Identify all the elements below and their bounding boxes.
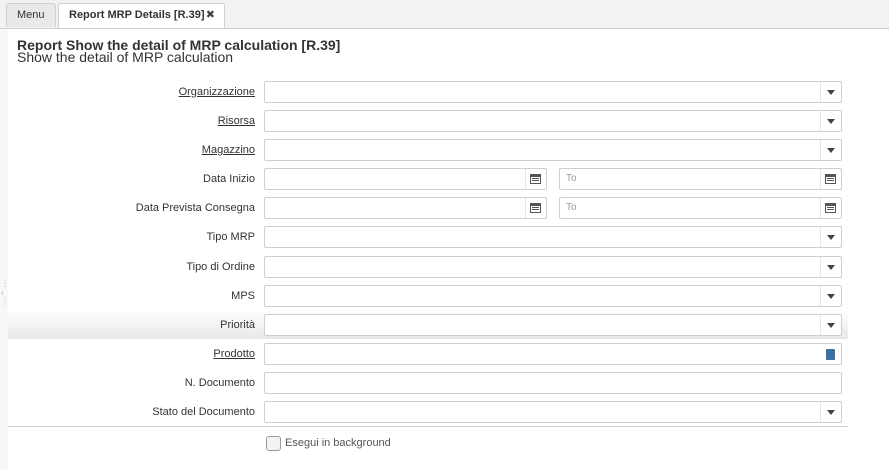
row-tipo-ordine: Tipo di Ordine	[8, 255, 848, 279]
row-n-documento: N. Documento	[8, 371, 848, 395]
label-prodotto[interactable]: Prodotto	[213, 348, 255, 360]
calendar-icon[interactable]	[820, 169, 841, 189]
risorsa-select[interactable]	[264, 110, 842, 132]
label-mps: MPS	[231, 290, 255, 302]
label-data-prevista-consegna: Data Prevista Consegna	[135, 202, 255, 214]
label-priorita: Priorità	[220, 319, 255, 331]
row-magazzino: Magazzino	[8, 138, 848, 162]
mps-select[interactable]	[264, 285, 842, 307]
priorita-select[interactable]	[264, 314, 842, 336]
label-magazzino[interactable]: Magazzino	[202, 144, 255, 156]
close-icon[interactable]: ✖	[206, 4, 215, 26]
row-priorita: Priorità	[8, 310, 848, 339]
chevron-down-icon[interactable]	[820, 286, 841, 306]
background-checkbox[interactable]	[266, 436, 281, 451]
row-organizzazione: Organizzazione	[8, 80, 848, 104]
row-mps: MPS	[8, 284, 848, 308]
n-documento-input[interactable]	[264, 372, 842, 394]
row-data-inizio: Data Inizio To	[8, 167, 848, 191]
chevron-down-icon[interactable]	[820, 257, 841, 277]
row-tipo-mrp: Tipo MRP	[8, 225, 848, 249]
form-divider	[8, 426, 848, 427]
label-stato-documento: Stato del Documento	[152, 406, 255, 418]
collapse-handle-icon[interactable]: ⋮ ‹ ⋮	[1, 279, 9, 317]
chevron-down-icon[interactable]	[820, 227, 841, 247]
tipo-ordine-select[interactable]	[264, 256, 842, 278]
tipo-mrp-select[interactable]	[264, 226, 842, 248]
stato-documento-select[interactable]	[264, 401, 842, 423]
background-checkbox-label[interactable]: Esegui in background	[285, 437, 391, 449]
page-subtitle: Show the detail of MRP calculation	[17, 49, 234, 65]
label-tipo-ordine: Tipo di Ordine	[186, 261, 255, 273]
tab-bar: Menu Report MRP Details [R.39] ✖	[0, 0, 889, 29]
tab-report-label: Report MRP Details [R.39]	[69, 9, 205, 21]
book-icon[interactable]	[821, 344, 841, 364]
organizzazione-select[interactable]	[264, 81, 842, 103]
calendar-icon[interactable]	[820, 198, 841, 218]
tab-menu-label: Menu	[17, 9, 45, 21]
chevron-down-icon[interactable]	[820, 82, 841, 102]
calendar-icon[interactable]	[525, 169, 546, 189]
chevron-down-icon[interactable]	[820, 140, 841, 160]
to-placeholder: To	[566, 173, 577, 184]
chevron-down-icon[interactable]	[820, 315, 841, 335]
to-placeholder: To	[566, 202, 577, 213]
data-inizio-from-input[interactable]	[264, 168, 547, 190]
chevron-down-icon[interactable]	[820, 402, 841, 422]
label-risorsa[interactable]: Risorsa	[218, 115, 255, 127]
row-risorsa: Risorsa	[8, 109, 848, 133]
row-prodotto: Prodotto	[8, 342, 848, 366]
tab-menu[interactable]: Menu	[6, 3, 56, 27]
row-stato-documento: Stato del Documento	[8, 400, 848, 424]
report-form: Report Show the detail of MRP calculatio…	[8, 29, 889, 470]
label-n-documento: N. Documento	[184, 377, 255, 389]
row-data-prevista-consegna: Data Prevista Consegna To	[8, 196, 848, 220]
label-tipo-mrp: Tipo MRP	[206, 231, 256, 243]
label-organizzazione[interactable]: Organizzazione	[179, 86, 255, 98]
magazzino-select[interactable]	[264, 139, 842, 161]
tab-report-mrp-details[interactable]: Report MRP Details [R.39] ✖	[58, 3, 225, 28]
prodotto-input[interactable]	[264, 343, 842, 365]
calendar-icon[interactable]	[525, 198, 546, 218]
data-inizio-to-input[interactable]: To	[559, 168, 842, 190]
label-data-inizio: Data Inizio	[203, 173, 255, 185]
data-prevista-from-input[interactable]	[264, 197, 547, 219]
left-panel-strip: ⋮ ‹ ⋮	[0, 29, 9, 470]
data-prevista-to-input[interactable]: To	[559, 197, 842, 219]
chevron-down-icon[interactable]	[820, 111, 841, 131]
